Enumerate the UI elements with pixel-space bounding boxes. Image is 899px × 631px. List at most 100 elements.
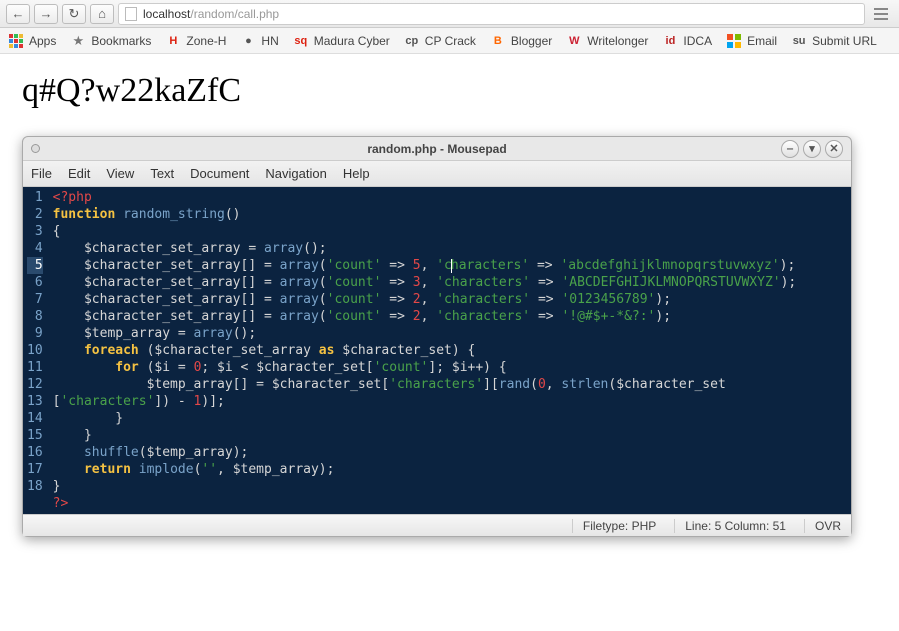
status-filetype: Filetype: PHP bbox=[572, 519, 656, 533]
code-line[interactable]: function random_string() bbox=[53, 206, 843, 223]
code-line[interactable]: $character_set_array[] = array('count' =… bbox=[53, 257, 843, 274]
line-number: 10 bbox=[27, 342, 43, 359]
code-line[interactable]: foreach ($character_set_array as $charac… bbox=[53, 342, 843, 359]
code-line[interactable]: return implode('', $temp_array); bbox=[53, 461, 843, 478]
line-number: 11 bbox=[27, 359, 43, 376]
bookmark-item[interactable]: ★ Bookmarks bbox=[70, 33, 151, 49]
random-output: q#Q?w22kaZfC bbox=[22, 72, 899, 110]
favicon: H bbox=[165, 33, 181, 49]
back-button[interactable]: ← bbox=[6, 4, 30, 24]
apps-icon bbox=[8, 33, 24, 49]
email-icon bbox=[726, 33, 742, 49]
bookmark-label: Email bbox=[747, 34, 777, 48]
bookmark-label: Submit URL bbox=[812, 34, 877, 48]
line-number: 12 bbox=[27, 376, 43, 393]
bookmark-item[interactable]: su Submit URL bbox=[791, 33, 877, 49]
url-bar[interactable]: localhost/random/call.php bbox=[118, 3, 865, 25]
bookmark-item[interactable]: ● HN bbox=[240, 33, 278, 49]
code-area[interactable]: 123456789101112131415161718 <?phpfunctio… bbox=[23, 187, 851, 514]
code-line[interactable]: $temp_array = array(); bbox=[53, 325, 843, 342]
bookmark-label: Apps bbox=[29, 34, 56, 48]
code-line[interactable]: for ($i = 0; $i < $character_set['count'… bbox=[53, 359, 843, 376]
bookmark-label: Bookmarks bbox=[91, 34, 151, 48]
menu-item[interactable]: Document bbox=[190, 166, 249, 181]
titlebar-dot[interactable] bbox=[31, 144, 40, 153]
bookmark-item[interactable]: cp CP Crack bbox=[404, 33, 476, 49]
code-line[interactable]: $character_set_array[] = array('count' =… bbox=[53, 308, 843, 325]
menu-item[interactable]: Help bbox=[343, 166, 370, 181]
bookmark-item[interactable]: id IDCA bbox=[662, 33, 712, 49]
status-position: Line: 5 Column: 51 bbox=[674, 519, 786, 533]
code-line[interactable]: $character_set_array[] = array('count' =… bbox=[53, 291, 843, 308]
url-host: localhost bbox=[143, 7, 190, 21]
code-line[interactable]: { bbox=[53, 223, 843, 240]
bookmark-label: Madura Cyber bbox=[314, 34, 390, 48]
favicon: ● bbox=[240, 33, 256, 49]
bookmark-item[interactable]: W Writelonger bbox=[566, 33, 648, 49]
editor-statusbar: Filetype: PHP Line: 5 Column: 51 OVR bbox=[23, 514, 851, 536]
forward-button[interactable]: → bbox=[34, 4, 58, 24]
menu-item[interactable]: File bbox=[31, 166, 52, 181]
menu-item[interactable]: Edit bbox=[68, 166, 90, 181]
code-line[interactable]: } bbox=[53, 410, 843, 427]
bookmark-item[interactable]: Apps bbox=[8, 33, 56, 49]
line-number: 7 bbox=[27, 291, 43, 308]
code-content[interactable]: <?phpfunction random_string(){ $characte… bbox=[49, 187, 851, 514]
star-icon: ★ bbox=[70, 33, 86, 49]
line-number: 6 bbox=[27, 274, 43, 291]
home-button[interactable]: ⌂ bbox=[90, 4, 114, 24]
bookmark-label: Zone-H bbox=[186, 34, 226, 48]
reload-button[interactable]: ↻ bbox=[62, 4, 86, 24]
menu-icon[interactable] bbox=[869, 4, 893, 24]
line-number: 15 bbox=[27, 427, 43, 444]
editor-window: random.php - Mousepad ‒ ▾ ✕ File Edit View… bbox=[22, 136, 852, 537]
line-number: 8 bbox=[27, 308, 43, 325]
editor-menubar: File Edit View Text Document Navigation Help bbox=[23, 161, 851, 187]
close-button[interactable]: ✕ bbox=[825, 140, 843, 158]
maximize-button[interactable]: ▾ bbox=[803, 140, 821, 158]
bookmark-label: Blogger bbox=[511, 34, 552, 48]
bookmark-label: IDCA bbox=[683, 34, 712, 48]
code-line[interactable]: ['characters']) - 1)]; bbox=[53, 393, 843, 410]
code-line[interactable]: $character_set_array[] = array('count' =… bbox=[53, 274, 843, 291]
code-line[interactable]: ?> bbox=[53, 495, 843, 512]
bookmark-label: CP Crack bbox=[425, 34, 476, 48]
menu-item[interactable]: Text bbox=[150, 166, 174, 181]
bookmark-item[interactable]: BBlogger bbox=[490, 33, 552, 49]
line-gutter: 123456789101112131415161718 bbox=[23, 187, 49, 514]
line-number: 17 bbox=[27, 461, 43, 478]
menu-item[interactable]: View bbox=[106, 166, 134, 181]
code-line[interactable]: } bbox=[53, 427, 843, 444]
editor-title: random.php - Mousepad bbox=[367, 142, 506, 156]
favicon: id bbox=[662, 33, 678, 49]
minimize-button[interactable]: ‒ bbox=[781, 140, 799, 158]
line-number: 3 bbox=[27, 223, 43, 240]
line-number: 13 bbox=[27, 393, 43, 410]
code-line[interactable]: shuffle($temp_array); bbox=[53, 444, 843, 461]
line-number: 16 bbox=[27, 444, 43, 461]
page-icon bbox=[125, 7, 137, 21]
favicon: su bbox=[791, 33, 807, 49]
code-line[interactable]: $temp_array[] = $character_set['characte… bbox=[53, 376, 843, 393]
line-number: 5 bbox=[27, 257, 43, 274]
url-path: /random/call.php bbox=[190, 7, 279, 21]
menu-item[interactable]: Navigation bbox=[265, 166, 326, 181]
bookmark-item[interactable]: Email bbox=[726, 33, 777, 49]
bookmarks-bar: Apps ★ Bookmarks H Zone-H ● HN sqMadura Cyber cp… bbox=[0, 28, 899, 54]
line-number: 4 bbox=[27, 240, 43, 257]
bookmark-label: Writelonger bbox=[587, 34, 648, 48]
line-number: 2 bbox=[27, 206, 43, 223]
favicon: cp bbox=[404, 33, 420, 49]
code-line[interactable]: $character_set_array = array(); bbox=[53, 240, 843, 257]
line-number: 14 bbox=[27, 410, 43, 427]
line-number: 18 bbox=[27, 478, 43, 495]
favicon: W bbox=[566, 33, 582, 49]
page-content: q#Q?w22kaZfC bbox=[0, 54, 899, 110]
status-ovr: OVR bbox=[804, 519, 841, 533]
bookmark-label: HN bbox=[261, 34, 278, 48]
code-line[interactable]: } bbox=[53, 478, 843, 495]
code-line[interactable]: <?php bbox=[53, 189, 843, 206]
bookmark-item[interactable]: H Zone-H bbox=[165, 33, 226, 49]
bookmark-item[interactable]: sqMadura Cyber bbox=[293, 33, 390, 49]
line-number: 1 bbox=[27, 189, 43, 206]
